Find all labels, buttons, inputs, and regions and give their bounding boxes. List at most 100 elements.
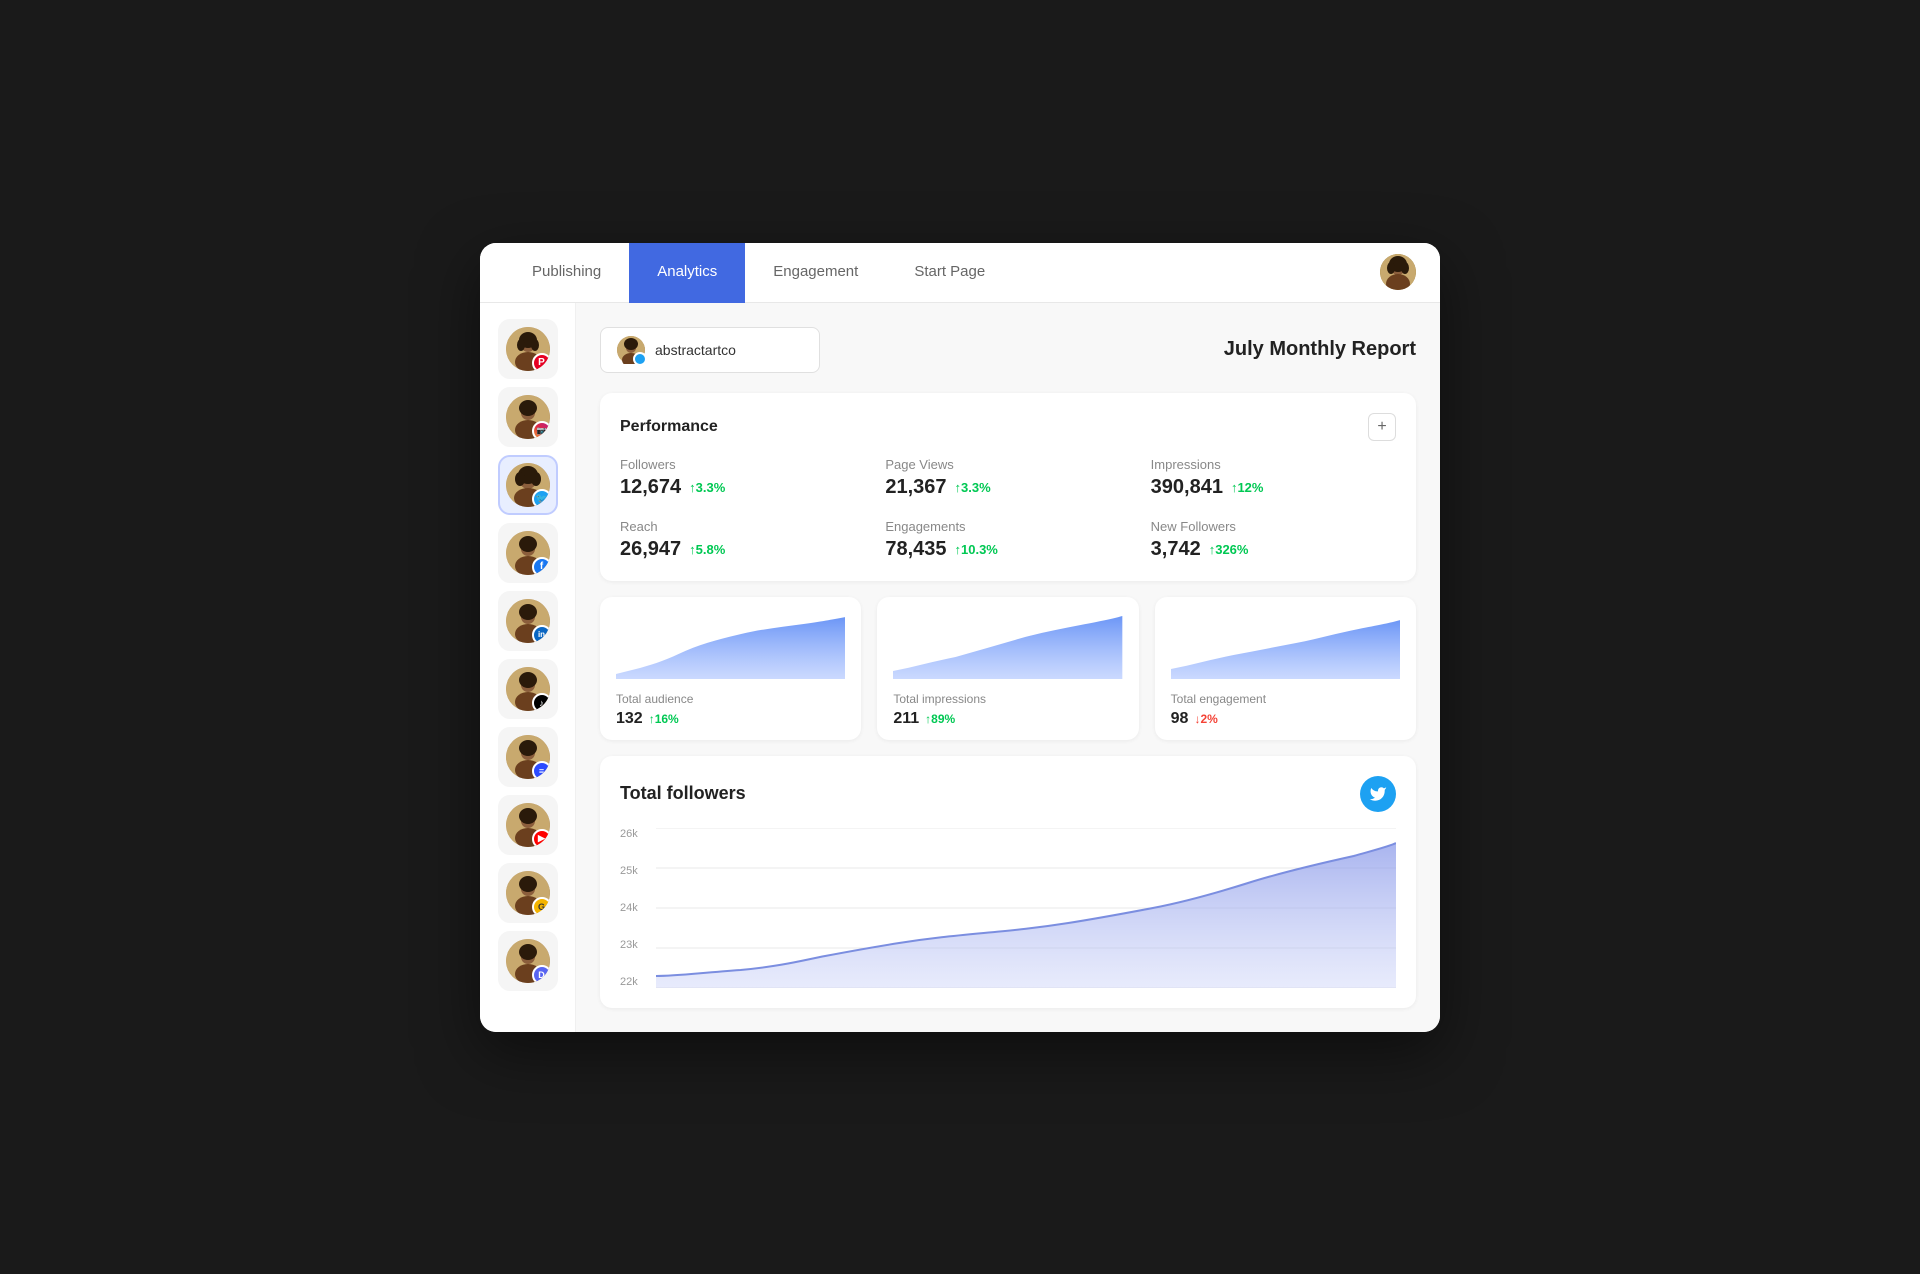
sidebar-item-discord[interactable]: D bbox=[498, 931, 558, 991]
engagement-chart-change: ↓2% bbox=[1194, 712, 1217, 726]
account-row: abstractartco July Monthly Report bbox=[600, 327, 1416, 373]
account-selector-twitter-badge bbox=[633, 352, 647, 366]
sidebar-item-facebook[interactable]: f bbox=[498, 523, 558, 583]
followers-chart-svg bbox=[656, 828, 1396, 988]
mini-chart-audience: Total audience 132 ↑16% bbox=[600, 597, 861, 740]
metric-followers-change: ↑3.3% bbox=[689, 480, 725, 495]
twitter-badge: 🐦 bbox=[532, 489, 550, 507]
tab-engagement[interactable]: Engagement bbox=[745, 243, 886, 303]
content-area: abstractartco July Monthly Report Perfor… bbox=[576, 303, 1440, 1032]
user-avatar[interactable] bbox=[1380, 254, 1416, 290]
metric-reach-label: Reach bbox=[620, 519, 865, 534]
performance-card-title: Performance bbox=[620, 418, 718, 436]
metric-new-followers-change: ↑326% bbox=[1209, 542, 1249, 557]
metric-new-followers-value-row: 3,742 ↑326% bbox=[1151, 538, 1396, 561]
instagram-badge: 📷 bbox=[532, 421, 550, 439]
followers-twitter-icon bbox=[1360, 776, 1396, 812]
engagement-chart-value: 98 bbox=[1171, 710, 1189, 728]
y-label-23k: 23k bbox=[620, 939, 648, 951]
metric-new-followers: New Followers 3,742 ↑326% bbox=[1151, 519, 1396, 561]
y-label-26k: 26k bbox=[620, 828, 648, 840]
metric-impressions: Impressions 390,841 ↑12% bbox=[1151, 457, 1396, 499]
y-axis-labels: 26k 25k 24k 23k 22k bbox=[620, 828, 656, 988]
sidebar-item-twitter[interactable]: 🐦 bbox=[498, 455, 558, 515]
metric-reach-value: 26,947 bbox=[620, 538, 681, 561]
account-name: abstractartco bbox=[655, 342, 736, 358]
mini-chart-impressions: Total impressions 211 ↑89% bbox=[877, 597, 1138, 740]
impressions-chart-value: 211 bbox=[893, 710, 919, 728]
sidebar-item-youtube[interactable]: ▶ bbox=[498, 795, 558, 855]
followers-title: Total followers bbox=[620, 783, 746, 804]
metric-pageviews-change: ↑3.3% bbox=[955, 480, 991, 495]
main-layout: P 📷 bbox=[480, 303, 1440, 1032]
sidebar-item-pinterest[interactable]: P bbox=[498, 319, 558, 379]
sidebar-item-google[interactable]: G bbox=[498, 863, 558, 923]
engagement-chart-svg bbox=[1171, 609, 1400, 679]
sidebar-item-buffer[interactable]: ≡ bbox=[498, 727, 558, 787]
metric-impressions-label: Impressions bbox=[1151, 457, 1396, 472]
linkedin-badge: in bbox=[532, 625, 550, 643]
performance-card: Performance + Followers 12,674 ↑3.3% Pag… bbox=[600, 393, 1416, 581]
top-nav: Publishing Analytics Engagement Start Pa… bbox=[480, 243, 1440, 303]
metric-followers-label: Followers bbox=[620, 457, 865, 472]
metric-reach: Reach 26,947 ↑5.8% bbox=[620, 519, 865, 561]
impressions-chart-svg bbox=[893, 609, 1122, 679]
sidebar: P 📷 bbox=[480, 303, 576, 1032]
metric-pageviews-label: Page Views bbox=[885, 457, 1130, 472]
metric-reach-change: ↑5.8% bbox=[689, 542, 725, 557]
tab-startpage[interactable]: Start Page bbox=[886, 243, 1013, 303]
buffer-badge: ≡ bbox=[532, 761, 550, 779]
y-label-25k: 25k bbox=[620, 865, 648, 877]
followers-card: Total followers 26k 25k 24k 23k 22k bbox=[600, 756, 1416, 1008]
google-badge: G bbox=[532, 897, 550, 915]
sidebar-item-linkedin[interactable]: in bbox=[498, 591, 558, 651]
engagement-chart-label: Total engagement bbox=[1171, 692, 1400, 706]
tab-publishing[interactable]: Publishing bbox=[504, 243, 629, 303]
metric-new-followers-label: New Followers bbox=[1151, 519, 1396, 534]
followers-header: Total followers bbox=[620, 776, 1396, 812]
performance-expand-button[interactable]: + bbox=[1368, 413, 1396, 441]
metric-engagements-value: 78,435 bbox=[885, 538, 946, 561]
account-selector-avatar bbox=[617, 336, 645, 364]
metric-new-followers-value: 3,742 bbox=[1151, 538, 1201, 561]
facebook-badge: f bbox=[532, 557, 550, 575]
tab-analytics[interactable]: Analytics bbox=[629, 243, 745, 303]
metric-engagements-change: ↑10.3% bbox=[955, 542, 998, 557]
impressions-chart-value-row: 211 ↑89% bbox=[893, 710, 1122, 728]
sidebar-item-tiktok[interactable]: ♪ bbox=[498, 659, 558, 719]
followers-chart-container: 26k 25k 24k 23k 22k bbox=[620, 828, 1396, 988]
tiktok-badge: ♪ bbox=[532, 693, 550, 711]
mini-charts-row: Total audience 132 ↑16% bbox=[600, 597, 1416, 740]
audience-chart-value-row: 132 ↑16% bbox=[616, 710, 845, 728]
metric-engagements: Engagements 78,435 ↑10.3% bbox=[885, 519, 1130, 561]
metric-pageviews-value: 21,367 bbox=[885, 476, 946, 499]
metric-reach-value-row: 26,947 ↑5.8% bbox=[620, 538, 865, 561]
metric-impressions-value-row: 390,841 ↑12% bbox=[1151, 476, 1396, 499]
app-container: Publishing Analytics Engagement Start Pa… bbox=[480, 243, 1440, 1032]
metric-impressions-change: ↑12% bbox=[1231, 480, 1264, 495]
account-selector[interactable]: abstractartco bbox=[600, 327, 820, 373]
metric-followers-value: 12,674 bbox=[620, 476, 681, 499]
chart-svg-area bbox=[656, 828, 1396, 988]
youtube-badge: ▶ bbox=[532, 829, 550, 847]
mini-chart-engagement: Total engagement 98 ↓2% bbox=[1155, 597, 1416, 740]
y-label-24k: 24k bbox=[620, 902, 648, 914]
metric-engagements-label: Engagements bbox=[885, 519, 1130, 534]
report-title: July Monthly Report bbox=[1224, 338, 1416, 361]
performance-card-header: Performance + bbox=[620, 413, 1396, 441]
audience-chart-change: ↑16% bbox=[649, 712, 679, 726]
impressions-chart-label: Total impressions bbox=[893, 692, 1122, 706]
metric-engagements-value-row: 78,435 ↑10.3% bbox=[885, 538, 1130, 561]
audience-chart-value: 132 bbox=[616, 710, 643, 728]
engagement-chart-value-row: 98 ↓2% bbox=[1171, 710, 1400, 728]
metric-pageviews: Page Views 21,367 ↑3.3% bbox=[885, 457, 1130, 499]
pinterest-badge: P bbox=[532, 353, 550, 371]
sidebar-item-instagram[interactable]: 📷 bbox=[498, 387, 558, 447]
metric-followers: Followers 12,674 ↑3.3% bbox=[620, 457, 865, 499]
audience-chart-svg bbox=[616, 609, 845, 679]
metrics-grid: Followers 12,674 ↑3.3% Page Views 21,367… bbox=[620, 457, 1396, 561]
impressions-chart-change: ↑89% bbox=[925, 712, 955, 726]
metric-followers-value-row: 12,674 ↑3.3% bbox=[620, 476, 865, 499]
y-label-22k: 22k bbox=[620, 976, 648, 988]
audience-chart-label: Total audience bbox=[616, 692, 845, 706]
